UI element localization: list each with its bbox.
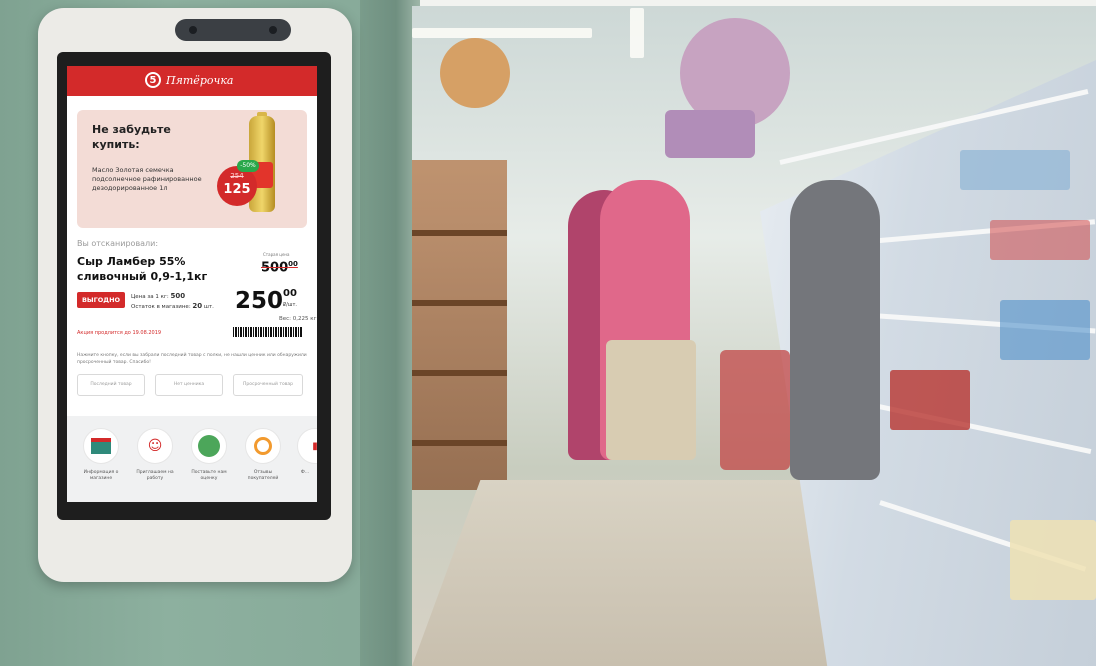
old-price-label: Старая цена — [263, 252, 290, 257]
product-weight: Вес: 0,225 кг — [279, 316, 317, 322]
feedback-icon — [245, 428, 281, 464]
menu-label: Поставьте нам оценку — [191, 470, 227, 481]
brand-logo: 5 Пятёрочка — [145, 72, 233, 88]
header-bar: 5 Пятёрочка — [67, 66, 317, 96]
reminder-card[interactable]: Не забудьте купить: Масло Золотая семечк… — [77, 110, 307, 228]
rating-icon — [191, 428, 227, 464]
menu-label: Информация о магазине — [83, 470, 119, 481]
menu-label: Отзывы покупателей — [247, 470, 279, 481]
ceiling-light — [630, 8, 644, 58]
shopper — [790, 180, 880, 480]
camera-lens-icon — [189, 26, 197, 34]
brand-name: Пятёрочка — [166, 73, 234, 87]
stock-unit: шт. — [203, 304, 214, 310]
price-details: Цена за 1 кг: 500 Остаток в магазине: 20… — [131, 292, 214, 312]
shelf-row — [412, 300, 507, 306]
scanned-label: Вы отсканировали: — [77, 239, 159, 248]
products — [990, 220, 1090, 260]
shelf-row — [412, 370, 507, 376]
menu-label: Ф... — [300, 470, 310, 475]
bottom-menu: Информация о магазине ☺ Приглашаем на ра… — [67, 416, 317, 502]
reminder-product: Масло Золотая семечка подсолнечное рафин… — [92, 166, 202, 192]
wall-edge — [360, 0, 420, 666]
price-per-kg: 500 — [170, 292, 186, 300]
scanned-product-name: Сыр Ламбер 55% сливочный 0,9-1,1кг — [77, 255, 208, 283]
shelf-row — [412, 230, 507, 236]
stock-value: 20 — [192, 302, 203, 310]
instructions: Нажмите кнопку, если вы забрали последни… — [77, 353, 307, 365]
shelf-row — [412, 440, 507, 446]
old-price-cents: 00 — [288, 260, 298, 268]
products — [1010, 520, 1096, 600]
more-icon: ▮ — [297, 428, 317, 464]
ceiling-light — [412, 28, 592, 38]
kiosk-camera — [175, 19, 291, 41]
price-unit: ₽/шт. — [283, 302, 297, 308]
shopping-cart — [720, 350, 790, 470]
old-price: 50000 — [261, 260, 298, 275]
stock-label: Остаток в магазине: — [131, 304, 191, 310]
camera-lens-icon — [269, 26, 277, 34]
menu-label: Приглашаем на работу — [136, 470, 174, 481]
badge-old-price: 254 — [230, 172, 244, 180]
menu-item-rating[interactable]: Поставьте нам оценку — [185, 428, 233, 482]
shopper-skirt — [606, 340, 696, 460]
promo-until: Акция продлится до 19.08.2019 — [77, 330, 162, 336]
reminder-title: Не забудьте купить: — [92, 123, 171, 151]
discount-badge: -50% — [237, 160, 259, 172]
promo-sign — [665, 110, 755, 158]
expired-item-button[interactable]: Просроченный товар — [233, 374, 303, 396]
shopping-basket — [890, 370, 970, 430]
products — [960, 150, 1070, 190]
menu-item-jobs[interactable]: ☺ Приглашаем на работу — [131, 428, 179, 482]
menu-item-feedback[interactable]: Отзывы покупателей — [239, 428, 287, 482]
kiosk-display: 5 Пятёрочка Не забудьте купить: Масло Зо… — [67, 66, 317, 502]
price-badge: 254 125 — [217, 166, 257, 206]
vacancy-icon: ☺ — [137, 428, 173, 464]
menu-item-more[interactable]: ▮ Ф... — [293, 428, 317, 476]
old-price-value: 500 — [261, 260, 289, 276]
no-price-tag-button[interactable]: Нет ценника — [155, 374, 223, 396]
price-per-kg-label: Цена за 1 кг: — [131, 294, 169, 300]
badge-new-price: 125 — [223, 182, 251, 197]
barcode-icon — [233, 327, 303, 337]
logo-mark: 5 — [145, 72, 161, 88]
current-price: 250 — [235, 288, 284, 314]
store-icon — [83, 428, 119, 464]
promo-sign — [440, 38, 510, 108]
deal-button[interactable]: ВЫГОДНО — [77, 292, 125, 308]
last-item-button[interactable]: Последний товар — [77, 374, 145, 396]
menu-item-store-info[interactable]: Информация о магазине — [77, 428, 125, 482]
current-price-cents: 00 — [283, 288, 297, 299]
products — [1000, 300, 1090, 360]
